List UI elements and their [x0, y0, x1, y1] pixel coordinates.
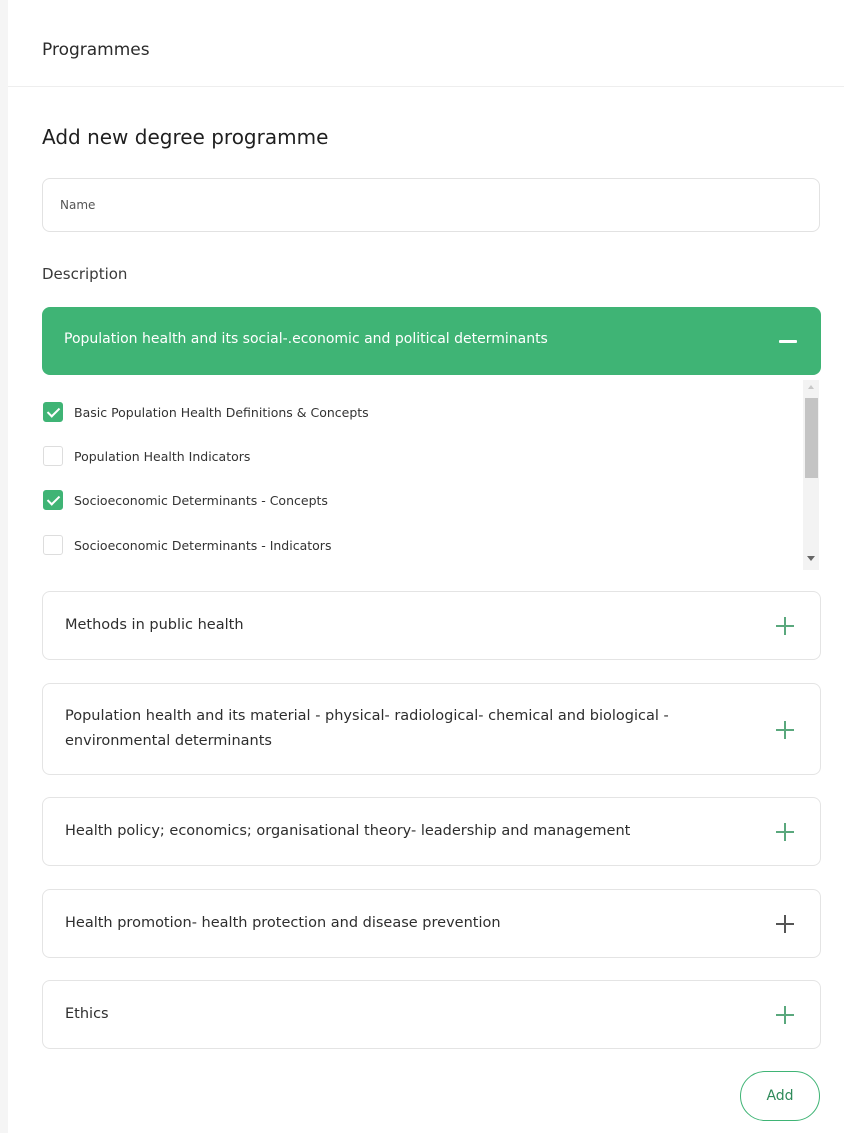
accordion-health-policy[interactable]: Health policy; economics; organisational… [42, 797, 821, 866]
accordion-header-population-health-social[interactable]: Population health and its social-.econom… [42, 307, 821, 375]
checklist-scrollbar[interactable] [803, 380, 819, 570]
accordion-title: Methods in public health [65, 617, 244, 633]
top-bar: Programmes [8, 0, 844, 87]
accordion-title: Health promotion- health protection and … [65, 915, 501, 931]
accordion-title: Population health and its material - phy… [65, 708, 669, 749]
checkbox-unchecked[interactable] [43, 535, 63, 555]
checkbox-label: Basic Population Health Definitions & Co… [74, 404, 369, 420]
plus-icon[interactable] [776, 721, 794, 739]
checklist-item[interactable]: Basic Population Health Definitions & Co… [43, 401, 369, 423]
page-title: Add new degree programme [42, 125, 329, 149]
plus-icon[interactable] [776, 823, 794, 841]
scroll-down-arrow-icon[interactable] [807, 556, 815, 561]
checklist-item[interactable]: Population Health Indicators [43, 445, 250, 467]
checkbox-checked[interactable] [43, 402, 63, 422]
accordion-title: Health policy; economics; organisational… [65, 823, 631, 839]
breadcrumb[interactable]: Programmes [42, 40, 150, 60]
scroll-thumb[interactable] [805, 398, 818, 478]
checkbox-checked[interactable] [43, 490, 63, 510]
accordion-health-promotion[interactable]: Health promotion- health protection and … [42, 889, 821, 958]
add-programme-page: Programmes Add new degree programme Desc… [8, 0, 844, 1133]
checklist-item[interactable]: Socioeconomic Determinants - Indicators [43, 534, 331, 556]
accordion-title: Population health and its social-.econom… [64, 331, 548, 347]
minus-icon[interactable] [779, 340, 797, 343]
checkbox-unchecked[interactable] [43, 446, 63, 466]
checkbox-label: Socioeconomic Determinants - Concepts [74, 492, 328, 508]
accordion-title: Ethics [65, 1006, 109, 1022]
accordion-ethics[interactable]: Ethics [42, 980, 821, 1049]
checklist-item[interactable]: Socioeconomic Determinants - Concepts [43, 489, 328, 511]
accordion-methods-in-public-health[interactable]: Methods in public health [42, 591, 821, 660]
accordion-material-determinants[interactable]: Population health and its material - phy… [42, 683, 821, 775]
plus-icon[interactable] [776, 1006, 794, 1024]
scroll-up-arrow-icon[interactable] [808, 385, 814, 389]
description-label: Description [42, 265, 128, 283]
checkbox-label: Socioeconomic Determinants - Indicators [74, 537, 332, 553]
name-input[interactable] [42, 178, 820, 232]
checkbox-label: Population Health Indicators [74, 448, 251, 464]
add-button[interactable]: Add [740, 1071, 820, 1121]
topic-checklist: Basic Population Health Definitions & Co… [42, 380, 821, 570]
plus-icon[interactable] [776, 915, 794, 933]
plus-icon[interactable] [776, 617, 794, 635]
